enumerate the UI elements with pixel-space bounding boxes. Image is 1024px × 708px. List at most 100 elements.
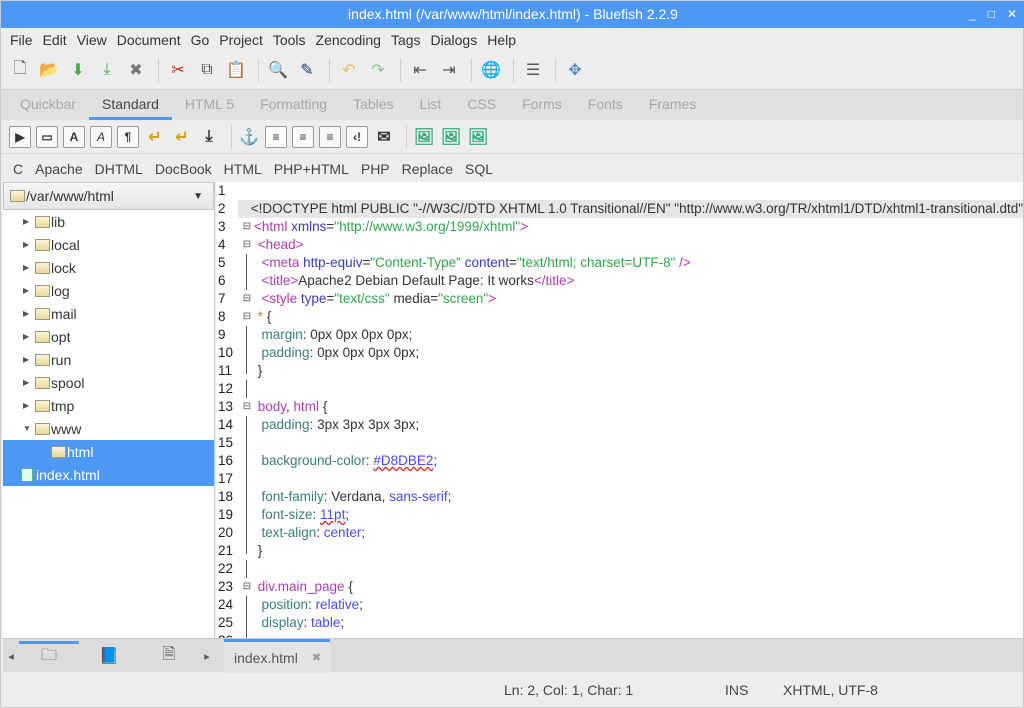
folder-item[interactable]: ▶ lib [3,210,214,233]
code-line[interactable]: 10 padding: 0px 0px 0px 0px; [216,344,1023,362]
tab-css[interactable]: CSS [454,90,509,120]
code-editor[interactable]: 1 2 <!DOCTYPE html PUBLIC "-//W3C//DTD XHT… [216,182,1023,638]
code-line[interactable]: 22 [216,560,1023,578]
menu-edit[interactable]: Edit [38,32,72,48]
paragraph-button[interactable]: ¶ [117,125,139,148]
align-right-button[interactable]: ≡ [319,125,341,148]
folder-item[interactable]: ▶ local [3,233,214,256]
code-line[interactable]: 20 text-align: center; [216,524,1023,542]
tab-forms[interactable]: Forms [509,90,575,120]
tab-list[interactable]: List [407,90,455,120]
code-line[interactable]: 24 position: relative; [216,596,1023,614]
file-item[interactable]: index.html [3,463,214,486]
folder-item[interactable]: ▶ run [3,348,214,371]
snippet-menu-docbook[interactable]: DocBook [149,161,218,177]
code-line[interactable]: 23 ⊟ div.main_page { [216,578,1023,596]
code-line[interactable]: 3 ⊟ <html xmlns="http://www.w3.org/1999/xh… [216,218,1023,236]
comment-button[interactable]: ‹! [346,125,368,148]
folder-item[interactable]: ▶ tmp [3,394,214,417]
break-clear-button[interactable]: ↵ [171,126,193,148]
snippets-tab[interactable]: 🗎 [139,643,199,670]
directory-selector[interactable]: /var/www/html ▼ [3,182,214,210]
expand-arrow-icon[interactable]: ▶ [23,217,33,226]
break-button[interactable]: ↵ [144,126,166,148]
fold-toggle-icon[interactable]: ⊟ [240,398,254,416]
code-line[interactable]: 17 [216,470,1023,488]
fold-toggle-icon[interactable]: ⊟ [240,578,254,596]
save-button[interactable]: ⬇ [65,57,91,83]
nbsp-button[interactable]: ⤓ [198,126,220,148]
menu-project[interactable]: Project [214,32,268,48]
snippet-menu-sql[interactable]: SQL [459,161,499,177]
tab-quickbar[interactable]: Quickbar [7,90,89,120]
snippet-menu-php[interactable]: PHP [355,161,396,177]
snippet-menu-apache[interactable]: Apache [29,161,88,177]
folder-item[interactable]: ▼ www [3,417,214,440]
code-line[interactable]: 25 display: table; [216,614,1023,632]
scroll-left[interactable]: ◂ [3,650,19,663]
code-line[interactable]: 9 margin: 0px 0px 0px 0px; [216,326,1023,344]
folder-item[interactable]: ▶ log [3,279,214,302]
maximize-button[interactable]: □ [988,1,995,28]
find-replace-button[interactable]: ✎ [294,57,320,83]
quickstart-button[interactable]: ▶ [9,125,31,148]
expand-arrow-icon[interactable]: ▶ [23,309,33,318]
fullscreen-button[interactable]: ✥ [562,57,588,83]
minimize-button[interactable]: _ [969,1,976,28]
code-line[interactable]: 12 [216,380,1023,398]
menu-tags[interactable]: Tags [386,32,426,48]
tab-html5[interactable]: HTML 5 [172,90,247,120]
redo-button[interactable]: ↷ [365,57,391,83]
filebrowser-tab[interactable]: 🗀 [19,641,79,671]
expand-arrow-icon[interactable]: ▶ [23,401,33,410]
paste-button[interactable]: 📋 [223,57,249,83]
italic-button[interactable]: A [90,125,112,148]
menu-dialogs[interactable]: Dialogs [426,32,483,48]
tab-tables[interactable]: Tables [340,90,406,120]
code-line[interactable]: 1 [216,182,1023,200]
document-tab[interactable]: index.html ✖ [224,639,330,673]
snippet-menu-c[interactable]: C [7,161,29,177]
open-file-button[interactable]: 📂 [36,57,62,83]
menu-tools[interactable]: Tools [268,32,311,48]
code-line[interactable]: 11 } [216,362,1023,380]
align-center-button[interactable]: ≡ [292,125,314,148]
scroll-right[interactable]: ▸ [199,650,215,663]
fold-toggle-icon[interactable]: ⊟ [240,236,254,254]
menu-view[interactable]: View [72,32,112,48]
code-line[interactable]: 7 ⊟ <style type="text/css" media="screen"… [216,290,1023,308]
preferences-button[interactable]: ☰ [520,57,546,83]
expand-arrow-icon[interactable]: ▶ [23,332,33,341]
copy-button[interactable]: ⧉ [194,57,220,83]
menu-go[interactable]: Go [186,32,215,48]
code-line[interactable]: 21 } [216,542,1023,560]
folder-item[interactable]: ▶ mail [3,302,214,325]
menu-file[interactable]: File [5,32,38,48]
bold-button[interactable]: A [63,125,85,148]
expand-arrow-icon[interactable]: ▶ [23,355,33,364]
code-line[interactable]: 14 padding: 3px 3px 3px 3px; [216,416,1023,434]
bookmarks-tab[interactable]: 📘 [79,646,139,666]
close-file-button[interactable]: ✖ [123,57,149,83]
code-line[interactable]: 16 background-color: #D8DBE2; [216,452,1023,470]
expand-arrow-icon[interactable]: ▶ [23,240,33,249]
code-line[interactable]: 2 <!DOCTYPE html PUBLIC "-//W3C//DTD XHTM… [216,200,1023,218]
body-button[interactable]: ▭ [36,125,58,148]
unindent-button[interactable]: ⇤ [407,57,433,83]
tab-standard[interactable]: Standard [89,90,172,120]
find-button[interactable]: 🔍 [265,57,291,83]
close-button[interactable]: ✕ [1007,1,1017,28]
menu-document[interactable]: Document [112,32,186,48]
cut-button[interactable]: ✂ [165,57,191,83]
anchor-button[interactable]: ⚓ [238,126,260,148]
thumbnail-button[interactable]: 🖼 [440,126,462,148]
snippet-menu-replace[interactable]: Replace [396,161,459,177]
menu-help[interactable]: Help [482,32,521,48]
expand-arrow-icon[interactable]: ▶ [23,378,33,387]
menu-zencoding[interactable]: Zencoding [311,32,386,48]
expand-arrow-icon[interactable]: ▶ [23,263,33,272]
code-line[interactable]: 6 <title>Apache2 Debian Default Page: It… [216,272,1023,290]
code-line[interactable]: 19 font-size: 11pt; [216,506,1023,524]
insert-mode[interactable]: INS [725,682,748,698]
tab-formatting[interactable]: Formatting [247,90,340,120]
